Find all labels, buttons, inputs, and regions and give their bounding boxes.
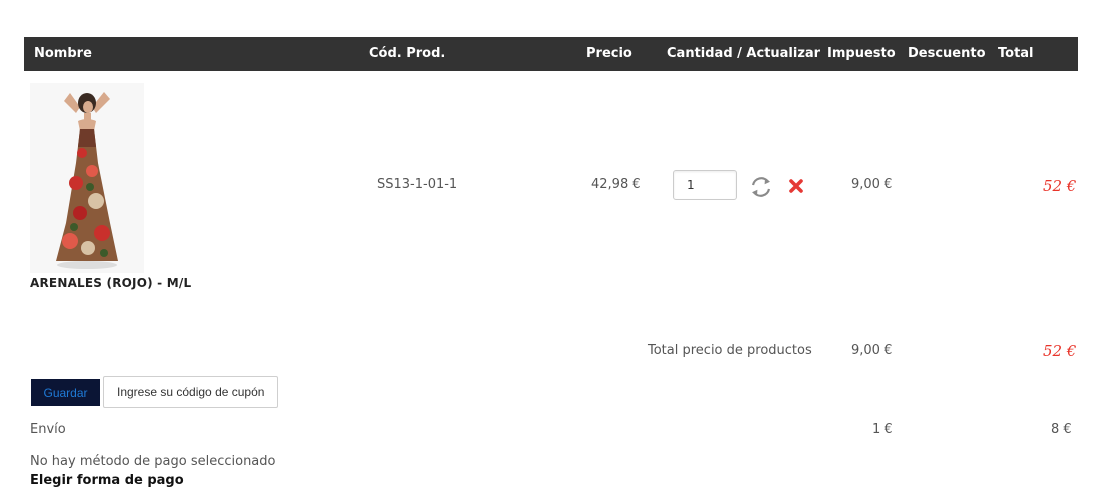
payment-status: No hay método de pago seleccionado [30,454,276,469]
header-name: Nombre [34,46,92,61]
cart-table-header: Nombre Cód. Prod. Precio Cantidad / Actu… [24,37,1078,71]
header-total: Total [998,46,1034,61]
summary-label: Total precio de productos [648,343,812,358]
summary-tax: 9,00 € [851,343,893,358]
summary-total: 52 € [1043,342,1077,360]
header-code: Cód. Prod. [369,46,446,61]
coupon-input[interactable] [103,376,278,408]
header-price: Precio [586,46,632,61]
product-image[interactable] [30,83,144,273]
header-discount: Descuento [908,46,986,61]
choose-payment-link[interactable]: Elegir forma de pago [30,473,184,488]
quantity-input[interactable] [673,170,737,200]
shipping-total: 8 € [1051,422,1072,437]
dress-illustration [56,92,118,269]
close-icon[interactable] [788,178,804,194]
save-coupon-button[interactable]: Guardar [31,379,100,406]
product-name[interactable]: ARENALES (ROJO) - M/L [30,276,191,290]
header-tax: Impuesto [827,46,896,61]
shipping-label: Envío [30,422,66,437]
product-price: 42,98 € [591,177,641,192]
shipping-tax: 1 € [872,422,893,437]
product-total: 52 € [1043,177,1077,195]
product-tax: 9,00 € [851,177,893,192]
product-code: SS13-1-01-1 [377,177,458,192]
refresh-icon[interactable] [748,174,774,200]
header-quantity: Cantidad / Actualizar [667,46,821,61]
